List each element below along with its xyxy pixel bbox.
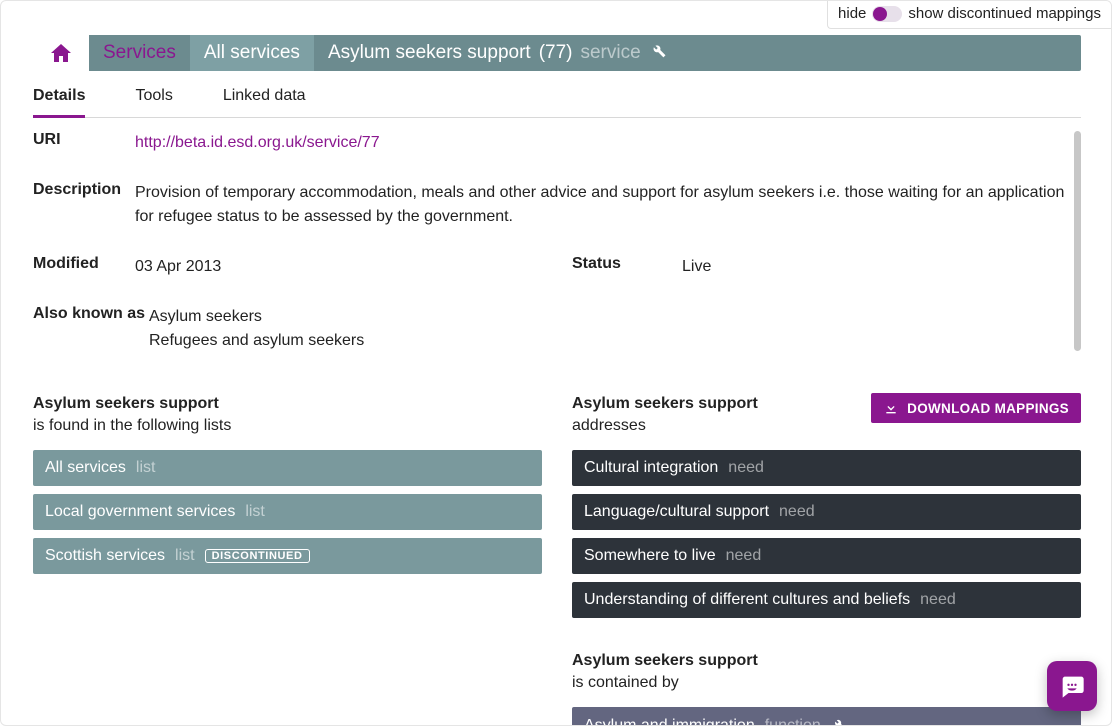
tab-tools[interactable]: Tools <box>135 87 172 117</box>
addresses-title: Asylum seekers support <box>572 395 758 412</box>
list-item-label: All services <box>45 459 126 477</box>
list-item-tag: need <box>728 459 764 477</box>
breadcrumb-current-id: (77) <box>539 42 573 64</box>
chat-icon <box>1058 672 1086 700</box>
list-item[interactable]: Scottish services list DISCONTINUED <box>33 538 542 574</box>
uri-link[interactable]: http://beta.id.esd.org.uk/service/77 <box>135 134 380 151</box>
list-item-tag: need <box>726 547 762 565</box>
list-item[interactable]: Understanding of different cultures and … <box>572 582 1081 618</box>
list-item[interactable]: Local government services list <box>33 494 542 530</box>
status-value: Live <box>682 255 1081 279</box>
description-label: Description <box>33 181 135 229</box>
breadcrumb-services[interactable]: Services <box>89 35 190 71</box>
contained-by-title: Asylum seekers support <box>572 652 758 669</box>
breadcrumb-current: Asylum seekers support (77) service <box>314 35 681 71</box>
discontinued-toggle-bar: hide show discontinued mappings <box>827 1 1111 29</box>
scrollbar[interactable] <box>1074 131 1081 351</box>
home-icon[interactable] <box>33 35 89 71</box>
description-value: Provision of temporary accommodation, me… <box>135 181 1081 229</box>
list-item-label: Cultural integration <box>584 459 718 477</box>
contained-by-list: Asylum and immigration function Asylum s… <box>572 707 1081 725</box>
aka-item: Refugees and asylum seekers <box>149 329 1081 353</box>
status-label: Status <box>572 255 682 279</box>
uri-label: URI <box>33 131 135 155</box>
breadcrumb-current-title: Asylum seekers support <box>328 42 531 64</box>
aka-item: Asylum seekers <box>149 305 1081 329</box>
addresses-list: Cultural integration need Language/cultu… <box>572 450 1081 618</box>
tabs: Details Tools Linked data <box>33 87 1081 118</box>
found-in-title: Asylum seekers support <box>33 395 219 412</box>
list-item-tag: need <box>779 503 815 521</box>
list-item-label: Asylum and immigration <box>584 717 755 725</box>
toggle-label-hide: hide <box>838 5 866 22</box>
toggle-label-show: show discontinued mappings <box>908 5 1101 22</box>
list-item-label: Understanding of different cultures and … <box>584 591 910 609</box>
modified-label: Modified <box>33 255 135 279</box>
list-item[interactable]: Cultural integration need <box>572 450 1081 486</box>
list-item-label: Language/cultural support <box>584 503 769 521</box>
wrench-icon <box>831 716 847 725</box>
addresses-subtitle: addresses <box>572 415 758 437</box>
tab-linked-data[interactable]: Linked data <box>223 87 306 117</box>
found-in-list: All services list Local government servi… <box>33 450 542 574</box>
list-item[interactable]: Language/cultural support need <box>572 494 1081 530</box>
list-item-tag: list <box>245 503 265 521</box>
list-item[interactable]: Somewhere to live need <box>572 538 1081 574</box>
list-item[interactable]: All services list <box>33 450 542 486</box>
download-mappings-label: DOWNLOAD MAPPINGS <box>907 401 1069 416</box>
list-item-label: Local government services <box>45 503 235 521</box>
breadcrumb-all-services[interactable]: All services <box>190 35 314 71</box>
wrench-icon[interactable] <box>649 41 667 65</box>
download-icon <box>883 400 899 416</box>
modified-value: 03 Apr 2013 <box>135 255 542 279</box>
list-item-tag: list <box>136 459 156 477</box>
breadcrumb-current-tag: service <box>580 42 640 64</box>
content: URI http://beta.id.esd.org.uk/service/77… <box>33 131 1081 725</box>
aka-label: Also known as <box>33 305 149 353</box>
found-in-lists-panel: Asylum seekers support is found in the f… <box>33 393 542 725</box>
list-item[interactable]: Asylum and immigration function <box>572 707 1081 725</box>
list-item-tag: need <box>920 591 956 609</box>
list-item-tag: list <box>175 547 195 565</box>
breadcrumb: Services All services Asylum seekers sup… <box>33 35 1081 71</box>
discontinued-toggle[interactable] <box>872 6 902 22</box>
chat-widget[interactable] <box>1047 661 1097 711</box>
list-item-tag: function <box>765 717 821 725</box>
found-in-subtitle: is found in the following lists <box>33 415 542 437</box>
discontinued-badge: DISCONTINUED <box>205 549 310 563</box>
download-mappings-button[interactable]: DOWNLOAD MAPPINGS <box>871 393 1081 423</box>
list-item-label: Somewhere to live <box>584 547 716 565</box>
list-item-label: Scottish services <box>45 547 165 565</box>
contained-by-subtitle: is contained by <box>572 672 1081 694</box>
tab-details[interactable]: Details <box>33 87 85 118</box>
